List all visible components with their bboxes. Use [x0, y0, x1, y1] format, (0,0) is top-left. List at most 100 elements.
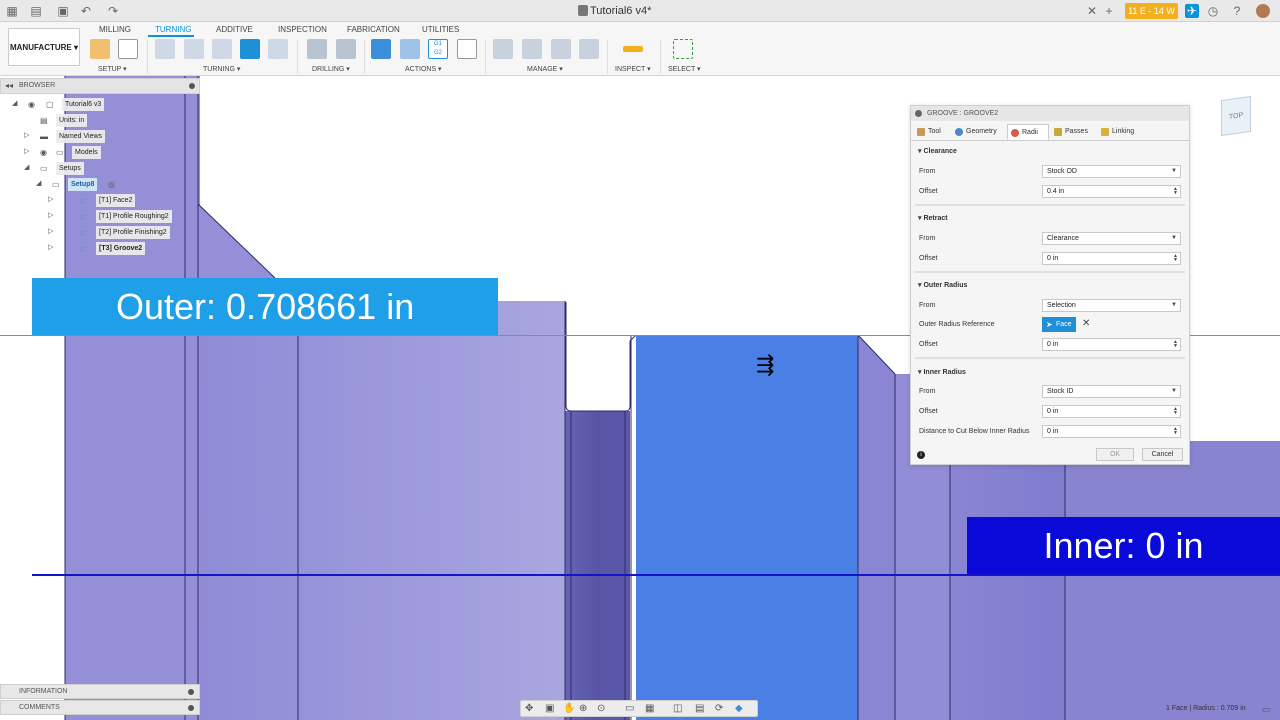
zoom-icon[interactable]: ⊕ [579, 703, 587, 714]
group-turning[interactable]: TURNING ▾ [203, 65, 240, 73]
gcode-icon[interactable]: G1 G2 [428, 39, 448, 59]
dialog-title[interactable]: GROOVE : GROOVE2 [911, 106, 1189, 121]
dialog-menu-icon[interactable] [915, 110, 922, 117]
zoom-window-icon[interactable]: ⊙ [597, 703, 605, 714]
viewports-icon[interactable]: ◫ [673, 703, 682, 714]
outer-offset-input[interactable]: 0 in ▲ ▼ [1042, 338, 1181, 351]
tab-inspection[interactable]: INSPECTION [278, 25, 327, 34]
section-inner-radius[interactable]: Inner Radius [918, 368, 965, 376]
eye-icon[interactable]: ◉ [40, 148, 49, 157]
group-manage[interactable]: MANAGE ▾ [527, 65, 563, 73]
expand-icon[interactable]: ▷ [48, 228, 56, 236]
expand-icon[interactable]: ▷ [48, 244, 56, 252]
inner-offset-input[interactable]: 0 in ▲ ▼ [1042, 405, 1181, 418]
spinner-icon[interactable]: ▲ ▼ [1173, 187, 1179, 196]
group-drilling[interactable]: DRILLING ▾ [312, 65, 350, 73]
outer-from-select[interactable]: Selection ▼ [1042, 299, 1181, 312]
post-library-icon[interactable] [551, 39, 571, 59]
app-grid-icon[interactable]: ▦ [5, 4, 19, 18]
section-retract[interactable]: Retract [918, 214, 947, 222]
new-tab-icon[interactable]: + [1102, 4, 1116, 18]
close-tab-icon[interactable]: ✕ [1085, 4, 1099, 18]
thread-icon[interactable] [336, 39, 356, 59]
turning-face-icon[interactable] [155, 39, 175, 59]
group-setup[interactable]: SETUP ▾ [98, 65, 127, 73]
select-icon[interactable] [673, 39, 693, 59]
look-at-icon[interactable]: ▣ [545, 703, 554, 714]
display-settings-icon[interactable]: ▭ [625, 703, 634, 714]
retract-offset-input[interactable]: 0 in ▲ ▼ [1042, 252, 1181, 265]
spinner-icon[interactable]: ▲ ▼ [1173, 254, 1179, 263]
clearance-from-select[interactable]: Stock OD ▼ [1042, 165, 1181, 178]
active-setup-icon[interactable]: ◎ [108, 180, 117, 189]
tab-linking[interactable]: Linking [1098, 124, 1144, 140]
retract-from-select[interactable]: Clearance ▼ [1042, 232, 1181, 245]
tab-geometry[interactable]: Geometry [952, 124, 1006, 140]
expand-icon[interactable]: ◢ [36, 180, 44, 188]
environment-icon[interactable]: ◆ [735, 703, 743, 714]
turning-finish-icon[interactable] [212, 39, 232, 59]
camera-icon[interactable]: ▤ [695, 703, 704, 714]
job-status-badge[interactable]: 11 E - 14 W [1125, 3, 1178, 19]
expand-icon[interactable]: ◢ [24, 164, 32, 172]
comments-panel[interactable]: COMMENTS [0, 700, 200, 715]
tab-utilities[interactable]: UTILITIES [422, 25, 459, 34]
tab-fabrication[interactable]: FABRICATION [347, 25, 400, 34]
expand-icon[interactable]: ▷ [24, 148, 32, 156]
undo-icon[interactable]: ↶ [79, 4, 93, 18]
pin-icon[interactable] [188, 689, 194, 695]
workspace-switcher[interactable]: MANUFACTURE ▾ [8, 28, 80, 66]
simulate-icon[interactable] [371, 39, 391, 59]
info-icon[interactable]: i [917, 451, 925, 459]
expand-icon[interactable]: ▷ [48, 212, 56, 220]
expand-icon[interactable]: ▷ [24, 132, 32, 140]
outer-radius-face-selection[interactable]: ➤ Face [1042, 317, 1076, 332]
expand-icon[interactable]: ◢ [12, 100, 20, 108]
clearance-offset-input[interactable]: 0.4 in ▲ ▼ [1042, 185, 1181, 198]
machine-library-icon[interactable] [522, 39, 542, 59]
save-icon[interactable]: ▣ [56, 4, 70, 18]
view-cube-face[interactable]: TOP [1229, 112, 1243, 121]
browser-panel-header[interactable]: ◂◂ BROWSER [0, 78, 200, 94]
tab-radii[interactable]: Radii [1007, 124, 1049, 140]
new-setup-icon[interactable] [118, 39, 138, 59]
extensions-icon[interactable]: ✈ [1185, 4, 1199, 18]
setup-sheet-icon[interactable] [457, 39, 477, 59]
group-actions[interactable]: ACTIONS ▾ [405, 65, 442, 73]
comment-icon[interactable]: ▭ [1262, 704, 1271, 715]
clear-selection-icon[interactable]: ✕ [1082, 318, 1090, 329]
avatar[interactable] [1256, 4, 1270, 18]
below-inner-input[interactable]: 0 in ▲ ▼ [1042, 425, 1181, 438]
view-cube[interactable]: TOP [1221, 95, 1251, 137]
drill-icon[interactable] [307, 39, 327, 59]
tool-library-icon[interactable] [493, 39, 513, 59]
inner-from-select[interactable]: Stock ID ▼ [1042, 385, 1181, 398]
setup-folder-icon[interactable] [90, 39, 110, 59]
eye-icon[interactable]: ◉ [28, 100, 37, 109]
turning-profile-icon[interactable] [184, 39, 204, 59]
tab-milling[interactable]: MILLING [99, 25, 131, 34]
ok-button[interactable]: OK [1096, 448, 1134, 461]
tab-tool[interactable]: Tool [914, 124, 950, 140]
spinner-icon[interactable]: ▲ ▼ [1173, 340, 1179, 349]
post-icon[interactable] [400, 39, 420, 59]
collapse-icon[interactable]: ◂◂ [5, 81, 13, 90]
group-inspect[interactable]: INSPECT ▾ [615, 65, 651, 73]
group-select[interactable]: SELECT ▾ [668, 65, 701, 73]
spinner-icon[interactable]: ▲ ▼ [1173, 427, 1179, 436]
file-icon[interactable]: ▤ [29, 4, 43, 18]
help-icon[interactable]: ? [1230, 4, 1244, 18]
refresh-icon[interactable]: ⟳ [715, 703, 723, 714]
tab-turning[interactable]: TURNING [155, 25, 191, 34]
expand-icon[interactable]: ▷ [48, 196, 56, 204]
section-outer-radius[interactable]: Outer Radius [918, 281, 967, 289]
turning-groove-icon[interactable] [240, 39, 260, 59]
orbit-icon[interactable]: ✥ [525, 703, 533, 714]
section-clearance[interactable]: Clearance [918, 147, 956, 155]
spinner-icon[interactable]: ▲ ▼ [1173, 407, 1179, 416]
turning-part-icon[interactable] [268, 39, 288, 59]
redo-icon[interactable]: ↷ [106, 4, 120, 18]
grid-icon[interactable]: ▦ [645, 703, 654, 714]
measure-icon[interactable] [623, 46, 643, 52]
pin-icon[interactable] [188, 705, 194, 711]
